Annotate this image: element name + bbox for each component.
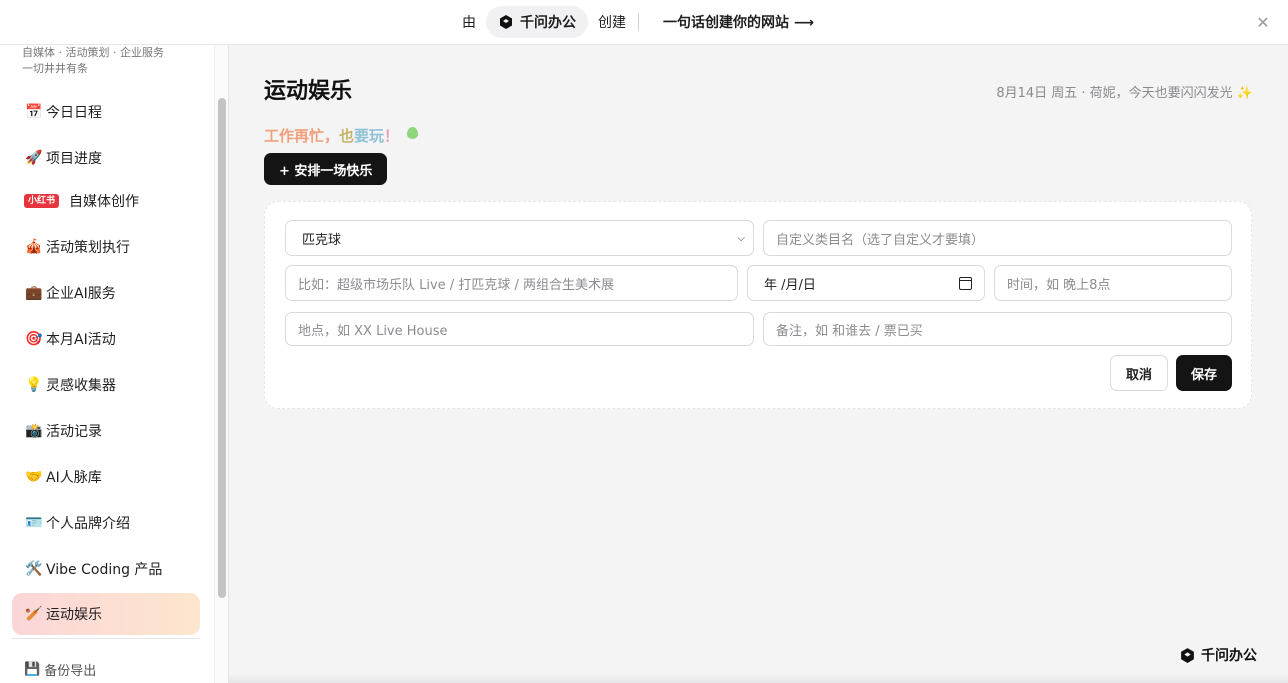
tagline-line-2: 一切井井有条 — [22, 62, 88, 75]
sidebar-tagline: 自媒体 · 活动策划 · 企业服务 一切井井有条 — [22, 45, 192, 77]
sidebar-item-label: 活动记录 — [46, 424, 102, 440]
note-input[interactable]: 备注，如 和谁去 / 票已买 — [763, 312, 1232, 346]
sidebar-scrollbar-thumb[interactable] — [218, 98, 226, 598]
id-card-icon: 🪪 — [25, 515, 43, 531]
qianwen-logo-icon — [500, 15, 512, 29]
calendar-picker-icon[interactable] — [959, 276, 972, 290]
sidebar-item-label: 企业AI服务 — [46, 286, 116, 302]
sidebar-item-enterprise-ai[interactable]: 💼 企业AI服务 — [12, 272, 200, 314]
slogan-part-3: 要玩 — [354, 127, 385, 145]
banner-divider — [638, 13, 639, 31]
camera-icon: 📸 — [25, 423, 43, 439]
category-selected-value: 匹克球 — [302, 232, 342, 248]
date-greeting: 8月14日 周五 · 荷妮，今天也要闪闪发光 ✨ — [996, 86, 1253, 101]
sidebar-item-label: Vibe Coding 产品 — [46, 562, 163, 578]
xiaohongshu-badge: 小红书 — [24, 194, 60, 208]
sidebar-item-sports-entertainment[interactable]: 🏏 运动娱乐 — [12, 593, 200, 635]
close-icon[interactable]: ✕ — [1254, 14, 1272, 32]
balloon-icon — [407, 126, 419, 139]
sidebar-item-project-progress[interactable]: 🚀 项目进度 — [12, 137, 200, 179]
date-input[interactable]: 年 /月/日 — [747, 265, 985, 301]
footer-brand[interactable]: 千问办公 — [1179, 645, 1257, 665]
briefcase-icon: 💼 — [25, 285, 43, 301]
add-activity-button[interactable]: + 安排一场快乐 — [264, 153, 388, 185]
backup-export-label: 备份导出 — [44, 664, 97, 679]
brand-name: 千问办公 — [520, 15, 576, 31]
sidebar-item-label: 活动策划执行 — [46, 240, 130, 256]
cricket-bat-icon: 🏏 — [25, 606, 43, 622]
slogan: 工作再忙， 也 要玩 ！ — [264, 125, 419, 146]
banner-by-text: 由 — [462, 15, 476, 31]
bottom-fade — [229, 673, 1288, 683]
sidebar-divider — [12, 638, 200, 639]
tagline-line-1: 自媒体 · 活动策划 · 企业服务 — [22, 46, 164, 59]
main-content: 运动娱乐 8月14日 周五 · 荷妮，今天也要闪闪发光 ✨ 工作再忙， 也 要玩… — [229, 45, 1288, 683]
banner-center: 由 千问办公 创建 一句话创建你的网站 ⟶ — [462, 6, 814, 38]
sidebar-item-inspiration[interactable]: 💡 灵感收集器 — [12, 364, 200, 406]
slogan-part-4: ！ — [384, 127, 400, 145]
activity-name-input[interactable]: 比如：超级市场乐队 Live / 打匹克球 / 两组合生美术展 — [285, 265, 738, 301]
date-input-value: 年 /月/日 — [764, 277, 816, 293]
slogan-part-2: 也 — [339, 127, 355, 145]
sidebar-item-label: 自媒体创作 — [69, 194, 140, 210]
location-input[interactable]: 地点，如 XX Live House — [285, 312, 754, 346]
sidebar-item-label: 个人品牌介绍 — [46, 516, 130, 532]
sidebar-item-vibe-coding[interactable]: 🛠️ Vibe Coding 产品 — [12, 548, 200, 590]
sidebar-item-label: 本月AI活动 — [46, 332, 116, 348]
target-icon: 🎯 — [25, 331, 43, 347]
custom-category-input[interactable]: 自定义类目名（选了自定义才要填） — [763, 220, 1232, 256]
floppy-disk-icon: 💾 — [24, 662, 41, 677]
sidebar-item-today-schedule[interactable]: 📅 今日日程 — [12, 91, 200, 133]
tools-icon: 🛠️ — [25, 561, 43, 577]
rocket-icon: 🚀 — [25, 150, 43, 166]
sidebar-item-event-planning[interactable]: 🎪 活动策划执行 — [12, 226, 200, 268]
category-select[interactable]: 匹克球 ⌵ — [285, 220, 754, 256]
create-website-link[interactable]: 一句话创建你的网站 ⟶ — [663, 12, 814, 32]
qianwen-logo-icon — [1181, 647, 1194, 663]
sidebar-item-event-records[interactable]: 📸 活动记录 — [12, 410, 200, 452]
time-input[interactable]: 时间，如 晚上8点 — [994, 265, 1232, 301]
footer-brand-name: 千问办公 — [1201, 648, 1257, 664]
top-banner: 由 千问办公 创建 一句话创建你的网站 ⟶ ✕ — [0, 0, 1288, 45]
sidebar-item-ai-network[interactable]: 🤝 AI人脉库 — [12, 456, 200, 498]
save-button[interactable]: 保存 — [1176, 355, 1232, 391]
sidebar-item-label: AI人脉库 — [46, 470, 102, 486]
chevron-down-icon: ⌵ — [737, 232, 745, 244]
sidebar-item-label: 运动娱乐 — [46, 607, 102, 623]
activity-form: 匹克球 ⌵ 自定义类目名（选了自定义才要填） 比如：超级市场乐队 Live / … — [264, 201, 1252, 409]
handshake-icon: 🤝 — [25, 469, 43, 485]
sidebar-item-media-creation[interactable]: 小红书 自媒体创作 — [12, 180, 200, 222]
sidebar-item-label: 项目进度 — [46, 151, 102, 167]
page-title: 运动娱乐 — [264, 79, 353, 104]
banner-create-text: 创建 — [598, 15, 626, 31]
cancel-button[interactable]: 取消 — [1110, 355, 1168, 391]
sidebar-item-label: 灵感收集器 — [46, 378, 116, 394]
sidebar-item-monthly-ai-events[interactable]: 🎯 本月AI活动 — [12, 318, 200, 360]
sidebar: 自媒体 · 活动策划 · 企业服务 一切井井有条 📅 今日日程 🚀 项目进度 小… — [0, 45, 229, 683]
backup-export-link[interactable]: 💾 备份导出 — [24, 660, 96, 679]
lightbulb-icon: 💡 — [25, 377, 43, 393]
sidebar-item-label: 今日日程 — [46, 105, 102, 121]
brand-pill[interactable]: 千问办公 — [486, 6, 588, 38]
calendar-icon: 📅 — [25, 104, 43, 120]
circus-tent-icon: 🎪 — [25, 239, 43, 255]
sidebar-item-personal-brand[interactable]: 🪪 个人品牌介绍 — [12, 502, 200, 544]
slogan-part-1: 工作再忙， — [264, 127, 340, 145]
